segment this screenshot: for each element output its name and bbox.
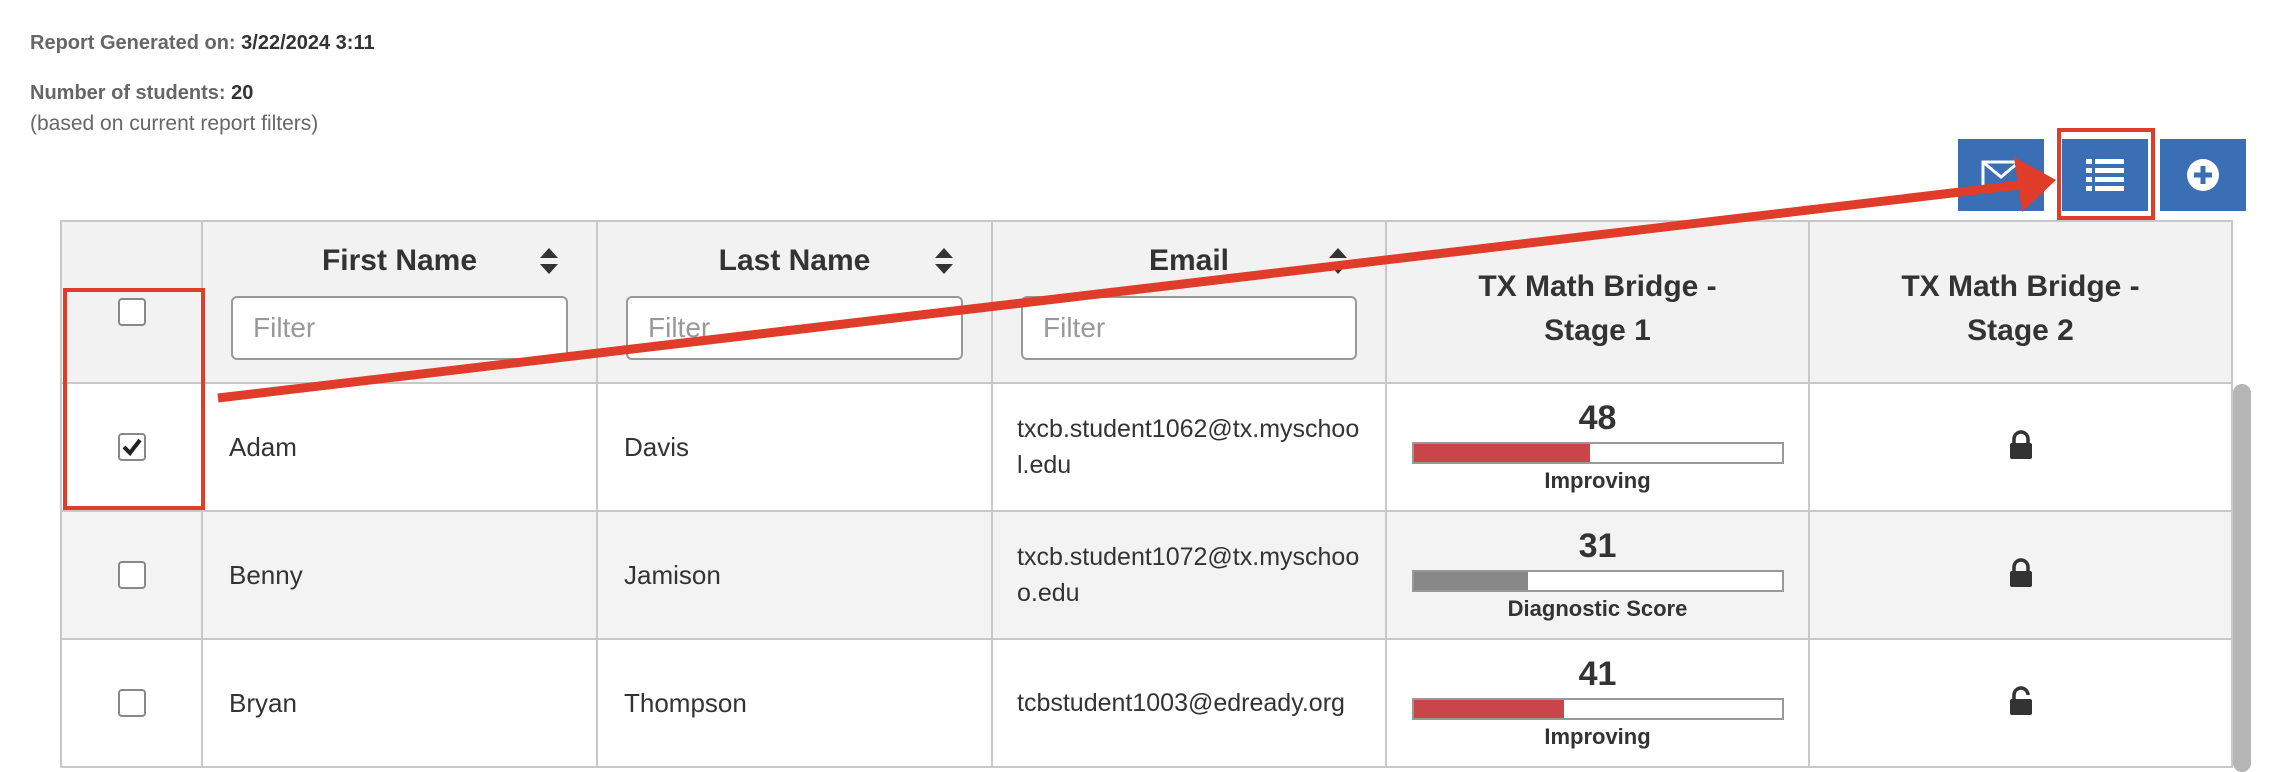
score-bar: [1411, 570, 1784, 592]
email-button[interactable]: [1958, 139, 2044, 211]
row-select-cell: [60, 638, 203, 768]
lock-icon: [2009, 429, 2032, 459]
email-title: Email: [1148, 244, 1230, 277]
stage2-header: TX Math Bridge - Stage 2: [1808, 220, 2233, 384]
row-select-cell: [60, 510, 203, 640]
table-row[interactable]: Benny Jamison txcb.student1072@tx.myschooo…: [60, 510, 2233, 640]
first-name-cell: Bryan: [201, 638, 598, 768]
table-scrollbar[interactable]: [2233, 384, 2251, 772]
last-name-filter[interactable]: [626, 296, 963, 360]
table-row[interactable]: Bryan Thompson tcbstudent1003@edready.org 4…: [60, 638, 2233, 768]
score-bar-fill: [1413, 444, 1591, 462]
stage2-cell: [1808, 382, 2233, 512]
score-status: Diagnostic Score: [1507, 596, 1688, 621]
stage1-score-cell[interactable]: 41 Improving: [1385, 638, 1810, 768]
last-name-cell: Thompson: [596, 638, 993, 768]
last-name-header: Last Name: [596, 220, 993, 384]
score-status: Improving: [1544, 468, 1651, 493]
envelope-icon: [1981, 160, 2021, 190]
email-filter[interactable]: [1021, 296, 1357, 360]
email-header: Email: [991, 220, 1387, 384]
sort-icon[interactable]: [1329, 248, 1347, 274]
row-checkbox[interactable]: [117, 689, 146, 717]
first-name-filter[interactable]: [231, 296, 568, 360]
stage1-title: TX Math Bridge - Stage 1: [1478, 270, 1717, 347]
score-value: 48: [1578, 399, 1617, 437]
score-bar-fill: [1413, 700, 1565, 718]
score-bar-fill: [1413, 572, 1528, 590]
first-name-header: First Name: [201, 220, 598, 384]
last-name-title: Last Name: [718, 244, 871, 277]
score-status: Improving: [1544, 724, 1651, 749]
filter-note: (based on current report filters): [30, 112, 319, 135]
last-name-cell: Davis: [596, 382, 993, 512]
stage1-header: TX Math Bridge - Stage 1: [1385, 220, 1810, 384]
lock-icon: [2009, 557, 2032, 587]
sort-icon[interactable]: [540, 248, 558, 274]
email-cell: tcbstudent1003@edready.org: [991, 638, 1387, 768]
first-name-cell: Adam: [201, 382, 598, 512]
score-value: 41: [1578, 655, 1617, 693]
table-header-row: First Name Last Name: [60, 220, 2233, 384]
annotation-box-list-button: [2057, 128, 2155, 220]
email-cell: txcb.student1062@tx.myschool.edu: [991, 382, 1387, 512]
first-name-cell: Benny: [201, 510, 598, 640]
report-generated-value: 3/22/2024 3:11: [241, 32, 375, 54]
stage1-score-cell[interactable]: 31 Diagnostic Score: [1385, 510, 1810, 640]
add-button[interactable]: [2160, 139, 2246, 211]
students-table: First Name Last Name: [60, 220, 2233, 768]
stage2-cell: [1808, 638, 2233, 768]
score-bar: [1411, 442, 1784, 464]
annotation-box-checkbox: [63, 288, 205, 510]
sort-icon[interactable]: [935, 248, 953, 274]
student-count: Number of students: 20: [30, 82, 253, 105]
first-name-title: First Name: [321, 244, 478, 277]
stage1-score-cell[interactable]: 48 Improving: [1385, 382, 1810, 512]
email-cell: txcb.student1072@tx.myschooo.edu: [991, 510, 1387, 640]
plus-circle-icon: [2187, 159, 2219, 191]
report-generated-label: Report Generated on:: [30, 32, 236, 54]
unlock-icon: [2009, 685, 2032, 715]
score-value: 31: [1578, 527, 1617, 565]
stage2-title: TX Math Bridge - Stage 2: [1901, 270, 2140, 347]
last-name-cell: Jamison: [596, 510, 993, 640]
student-count-label: Number of students:: [30, 82, 226, 104]
row-checkbox[interactable]: [117, 561, 146, 589]
student-count-value: 20: [231, 82, 254, 104]
score-bar: [1411, 698, 1784, 720]
table-row[interactable]: Adam Davis txcb.student1062@tx.myschool.ed…: [60, 382, 2233, 512]
stage2-cell: [1808, 510, 2233, 640]
report-generated: Report Generated on: 3/22/2024 3:11: [30, 32, 375, 55]
